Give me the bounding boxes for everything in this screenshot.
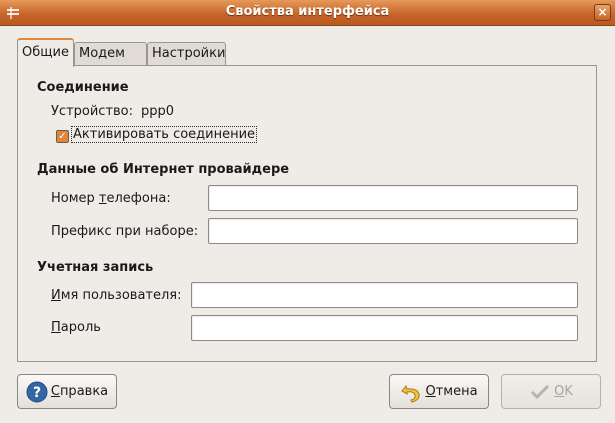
password-label-mnemonic: П — [51, 320, 61, 335]
help-button[interactable]: ? Справка — [17, 374, 117, 409]
phone-input[interactable] — [208, 185, 578, 211]
tab-panel-general: Соединение Устройство: ppp0 ✓ Активирова… — [17, 65, 597, 362]
help-mnemonic: С — [50, 384, 60, 399]
cancel-button[interactable]: Отмена — [389, 374, 489, 409]
help-label: правка — [59, 384, 109, 399]
tab-settings[interactable]: Настройки — [147, 42, 226, 66]
prefix-label: Префикс при наборе: — [51, 224, 199, 239]
activate-checkbox[interactable]: ✓ — [56, 130, 69, 143]
phone-label-mnemonic: т — [98, 191, 107, 206]
username-label-text: мя пользователя: — [60, 288, 182, 303]
svg-text:?: ? — [33, 385, 41, 401]
phone-label-text: Номер — [51, 191, 99, 206]
device-value: ppp0 — [141, 104, 175, 119]
tab-general[interactable]: Общие — [17, 38, 74, 67]
undo-arrow-icon — [401, 384, 421, 403]
device-label: Устройство: — [51, 104, 134, 119]
cancel-mnemonic: О — [425, 384, 436, 399]
help-icon: ? — [26, 381, 48, 402]
password-input[interactable] — [191, 315, 578, 341]
password-label: Пароль — [51, 320, 101, 335]
window-title: Свойства интерфейса — [225, 4, 390, 19]
username-input[interactable] — [191, 282, 578, 308]
isp-section-title: Данные об Интернет провайдере — [37, 162, 290, 177]
connection-section-title: Соединение — [37, 80, 129, 95]
activate-checkbox-label[interactable]: Активировать соединение — [71, 126, 258, 143]
window-titlebar: Свойства интерфейса × — [0, 0, 615, 26]
phone-label: Номер телефона: — [51, 191, 171, 206]
checkmark-icon: ✓ — [57, 131, 68, 142]
apply-check-icon — [531, 384, 550, 399]
ok-label: K — [564, 384, 573, 399]
prefix-input[interactable] — [208, 218, 578, 244]
ok-mnemonic: О — [554, 384, 565, 399]
ok-button[interactable]: ОK — [501, 374, 601, 409]
username-label-mnemonic: И — [51, 288, 61, 303]
phone-label-text-end: елефона: — [106, 191, 171, 206]
password-label-text: ароль — [60, 320, 101, 335]
cancel-label: тмена — [435, 384, 478, 399]
username-label: Имя пользователя: — [51, 288, 182, 303]
close-icon[interactable]: × — [594, 4, 611, 21]
tab-modem[interactable]: Модем — [74, 42, 147, 66]
account-section-title: Учетная запись — [37, 260, 154, 275]
